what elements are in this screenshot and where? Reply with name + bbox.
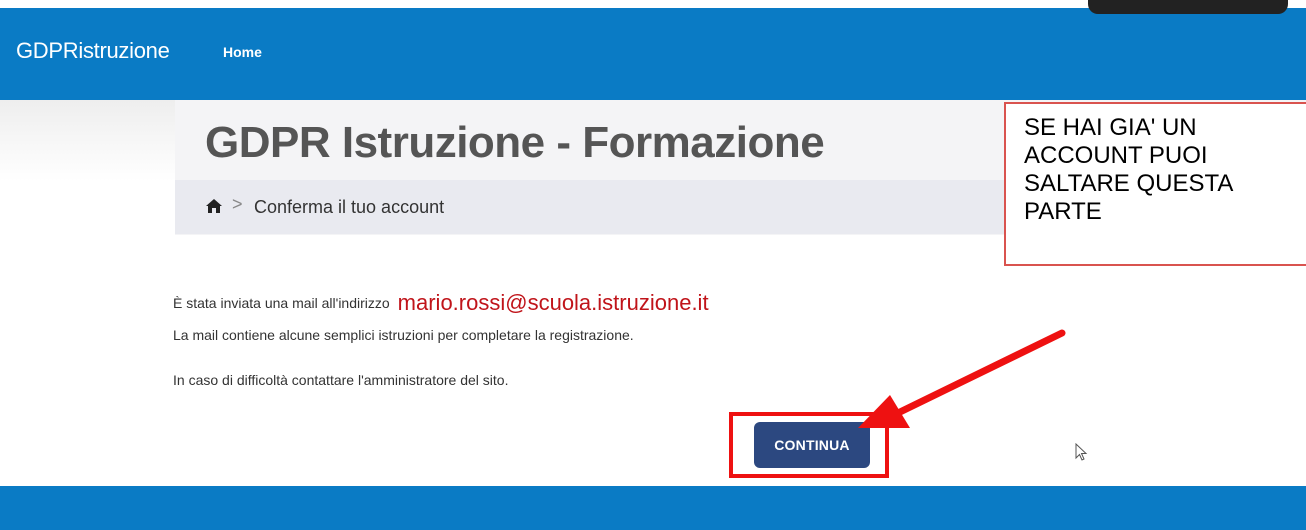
home-icon[interactable] bbox=[205, 198, 223, 214]
email-sent-prefix: È stata inviata una mail all'indirizzo bbox=[173, 295, 390, 311]
page-title: GDPR Istruzione - Formazione bbox=[205, 118, 825, 167]
breadcrumb-separator: > bbox=[232, 194, 243, 214]
note-line: ACCOUNT PUOI bbox=[1024, 142, 1208, 169]
nav-home-link[interactable]: Home bbox=[223, 44, 262, 60]
overlay-tab bbox=[1088, 0, 1288, 14]
footer bbox=[0, 486, 1306, 530]
email-address: mario.rossi@scuola.istruzione.it bbox=[397, 290, 709, 315]
cursor-icon bbox=[1075, 442, 1089, 463]
annotation-note: SE HAI GIA' UN ACCOUNT PUOI SALTARE QUES… bbox=[1004, 102, 1306, 266]
navbar: GDPRistruzione Home bbox=[0, 8, 1306, 100]
instructions-text: La mail contiene alcune semplici istruzi… bbox=[173, 327, 634, 343]
left-shade bbox=[0, 100, 175, 235]
continue-button[interactable]: CONTINUA bbox=[754, 422, 870, 468]
email-sent-message: È stata inviata una mail all'indirizzo ma… bbox=[173, 288, 709, 315]
difficulty-text: In caso di difficoltà contattare l'ammin… bbox=[173, 372, 509, 388]
brand-link[interactable]: GDPRistruzione bbox=[16, 38, 170, 64]
note-line: SE HAI GIA' UN bbox=[1024, 114, 1197, 141]
note-line: SALTARE QUESTA bbox=[1024, 170, 1234, 197]
note-line: PARTE bbox=[1024, 198, 1102, 225]
breadcrumb-current: Conferma il tuo account bbox=[254, 197, 445, 217]
